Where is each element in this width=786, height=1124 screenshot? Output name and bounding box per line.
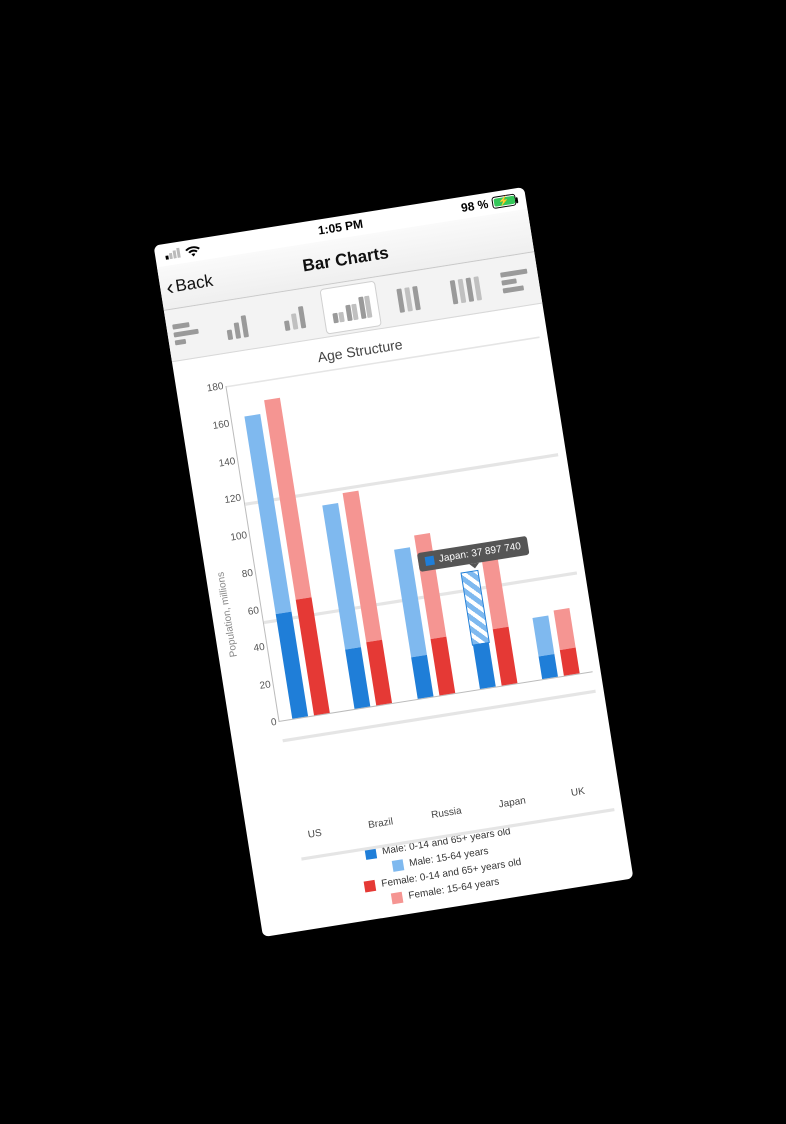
x-tick-label: US	[307, 828, 322, 841]
bar-segment[interactable]	[492, 627, 517, 685]
bar-segment[interactable]	[538, 654, 557, 679]
bar-segment[interactable]	[532, 615, 554, 657]
y-tick-label: 120	[223, 493, 241, 506]
chart-type-full-stacked-icon[interactable]	[377, 272, 437, 324]
bar-group[interactable]	[456, 552, 520, 689]
battery-icon: ⚡	[491, 193, 517, 209]
y-tick-label: 180	[206, 381, 224, 394]
x-tick-label: Brazil	[367, 816, 393, 831]
back-button[interactable]: ‹ Back	[158, 269, 214, 299]
wifi-icon	[184, 244, 202, 257]
y-tick-label: 140	[217, 456, 235, 469]
cellular-signal-icon	[164, 247, 181, 259]
y-tick-label: 0	[270, 717, 277, 729]
chevron-left-icon: ‹	[164, 276, 175, 299]
y-tick-label: 80	[241, 568, 254, 581]
bar-group[interactable]	[529, 607, 583, 679]
chart-type-bar2-icon[interactable]	[263, 290, 323, 342]
chart-type-hbar2-icon[interactable]	[492, 256, 538, 306]
bar-segment[interactable]	[472, 642, 495, 689]
x-tick-label: UK	[570, 786, 585, 799]
bar-segment[interactable]	[461, 571, 488, 644]
bar-segment[interactable]	[366, 640, 392, 706]
y-tick-label: 100	[229, 530, 247, 543]
y-tick-label: 40	[252, 642, 265, 655]
y-tick-label: 20	[258, 680, 271, 693]
chart-type-hbar-icon[interactable]	[166, 308, 208, 357]
status-time: 1:05 PM	[316, 217, 363, 238]
page-title: Bar Charts	[301, 243, 390, 276]
bar-segment[interactable]	[560, 647, 580, 676]
chart-container: Age Structure Population, millions 02040…	[172, 304, 633, 937]
battery-percent: 98 %	[460, 197, 489, 215]
y-tick-label: 160	[212, 418, 230, 431]
chart-type-stacked-selected-icon[interactable]	[320, 281, 380, 333]
bar-segment[interactable]	[345, 647, 370, 709]
chart-plot-area[interactable]: Japan: 37 897 740	[225, 336, 592, 722]
chart-type-bar-icon[interactable]	[205, 299, 265, 351]
chart-type-full-stacked2-icon[interactable]	[435, 263, 495, 315]
bar-group[interactable]	[317, 490, 394, 710]
bar-stack[interactable]	[532, 615, 558, 679]
phone-frame: 1:05 PM 98 % ⚡ ‹ Back Bar Charts	[153, 187, 633, 937]
back-label: Back	[173, 270, 213, 296]
bar-stack[interactable]	[553, 608, 579, 676]
bar-segment[interactable]	[430, 637, 455, 695]
tooltip-swatch-icon	[424, 556, 434, 566]
bar-segment[interactable]	[410, 655, 432, 699]
y-tick-label: 60	[247, 605, 260, 618]
bar-segment[interactable]	[553, 608, 575, 650]
